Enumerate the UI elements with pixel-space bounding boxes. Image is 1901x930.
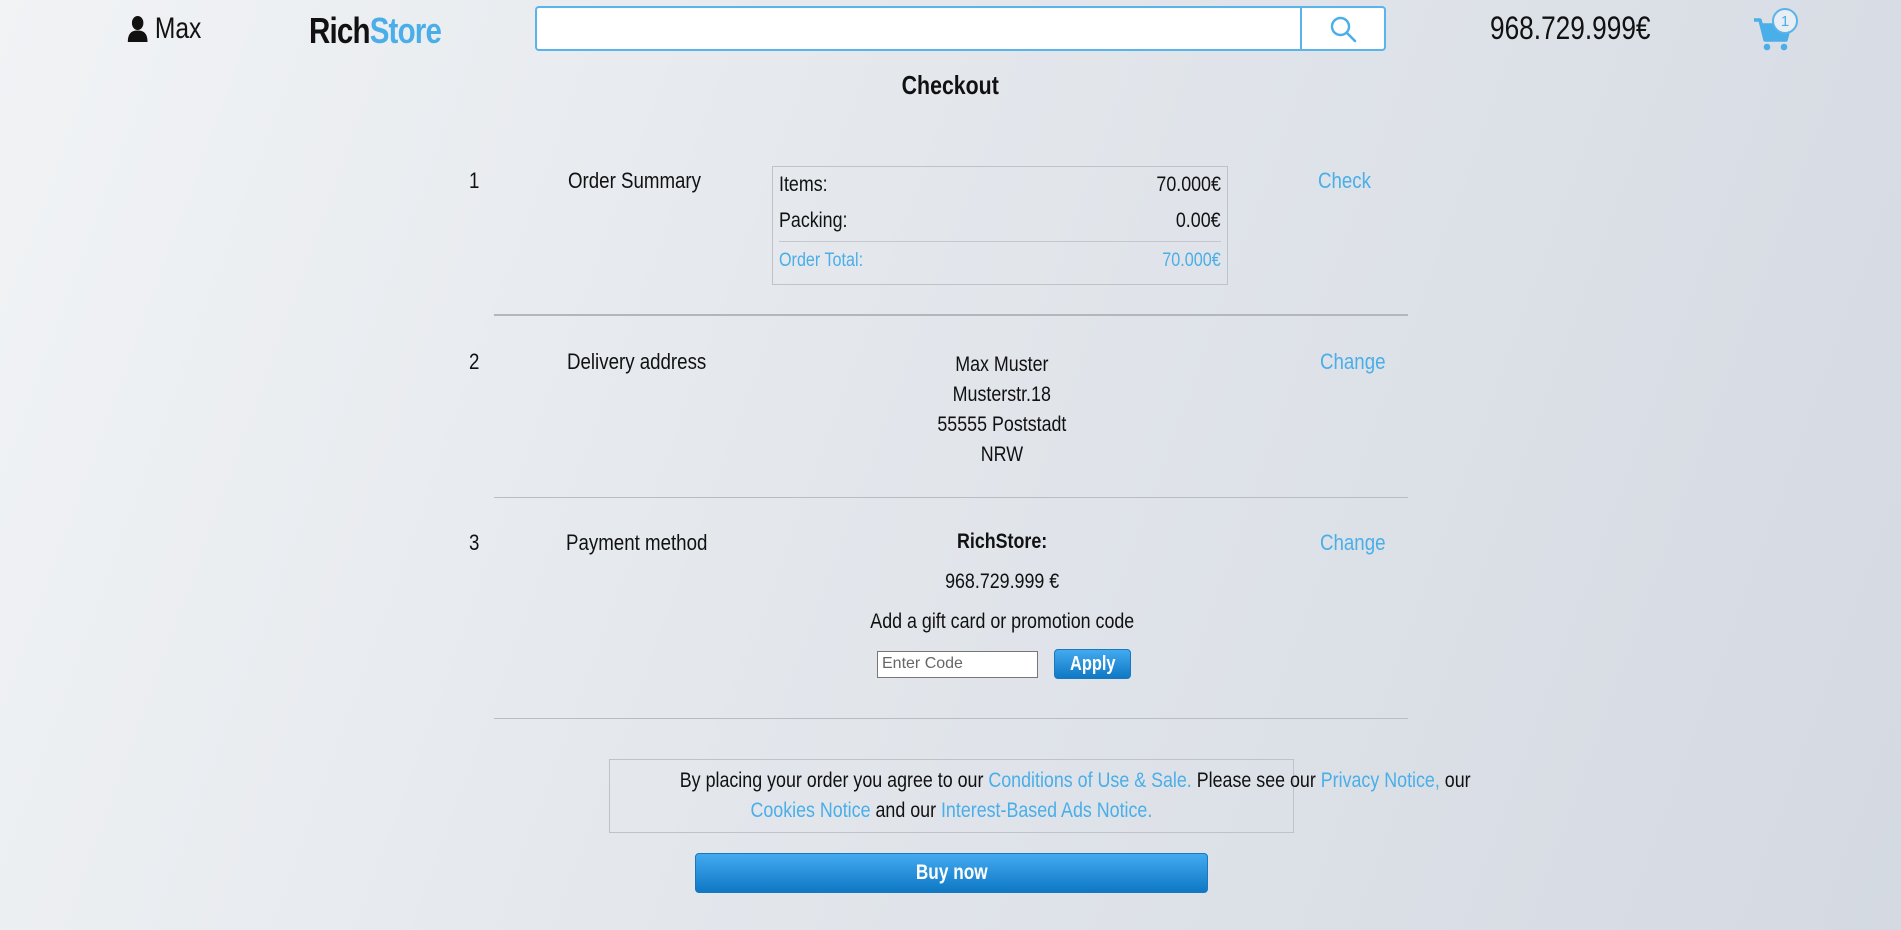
order-total-row: Order Total: 70.000€ (779, 241, 1221, 279)
terms-notice: By placing your order you agree to our C… (609, 759, 1471, 833)
account-balance: 968.729.999€ (1490, 10, 1651, 46)
user-icon (127, 16, 148, 42)
cart-count-badge: 1 (1772, 8, 1798, 34)
check-summary-link[interactable]: Check (1318, 168, 1380, 194)
buy-now-button[interactable]: Buy now (695, 853, 1208, 893)
order-summary-label: Order Summary (568, 168, 702, 193)
search-input[interactable] (535, 6, 1300, 51)
payment-provider: RichStore: (956, 530, 1048, 553)
items-row: Items: 70.000€ (779, 167, 1221, 203)
promo-code-form: Apply (877, 649, 1131, 679)
user-name: Max (154, 12, 202, 45)
delivery-address: Max Muster Musterstr.18 55555 Poststadt … (902, 350, 1102, 470)
step-number-1: 1 (469, 168, 480, 193)
step-number-3: 3 (469, 530, 480, 555)
packing-label: Packing: (779, 209, 848, 232)
apply-button[interactable]: Apply (1054, 649, 1131, 679)
payment-method-label: Payment method (566, 530, 708, 555)
search-button[interactable] (1300, 6, 1386, 51)
address-region: NRW (980, 443, 1024, 466)
payment-amount: 968.729.999 € (944, 570, 1060, 593)
divider (494, 497, 1408, 498)
promo-prompt: Add a gift card or promotion code (870, 610, 1134, 633)
logo-rich-text: Rich (309, 10, 371, 51)
terms-and-our: and our (870, 799, 942, 822)
conditions-link[interactable]: Conditions of Use & Sale. (988, 769, 1191, 792)
change-address-link[interactable]: Change (1320, 349, 1397, 375)
address-name: Max Muster (955, 353, 1049, 376)
user-account[interactable]: Max (127, 12, 201, 46)
privacy-link[interactable]: Privacy Notice, (1321, 769, 1440, 792)
promo-code-input[interactable] (877, 650, 1038, 678)
order-summary-box: Items: 70.000€ Packing: 0.00€ Order Tota… (772, 166, 1228, 285)
page-title: Checkout (901, 70, 1000, 100)
items-value: 70.000€ (1156, 173, 1221, 196)
packing-value: 0.00€ (1176, 209, 1221, 232)
search-icon (1330, 16, 1357, 42)
cart-button[interactable]: 1 (1752, 8, 1798, 51)
divider (494, 718, 1408, 719)
search-bar (535, 6, 1386, 51)
terms-prefix: By placing your order you agree to our (679, 769, 989, 792)
step-number-2: 2 (469, 349, 480, 374)
terms-our: our (1439, 769, 1471, 792)
cookies-link[interactable]: Cookies Notice (751, 799, 871, 822)
delivery-address-label: Delivery address (567, 349, 707, 374)
divider (494, 314, 1408, 316)
order-total-label: Order Total: (779, 249, 864, 271)
ads-notice-link[interactable]: Interest-Based Ads Notice. (941, 799, 1152, 822)
packing-row: Packing: 0.00€ (779, 203, 1221, 239)
store-logo[interactable]: RichStore (309, 10, 442, 52)
address-city: 55555 Poststadt (937, 413, 1067, 436)
items-label: Items: (779, 173, 828, 196)
change-payment-link[interactable]: Change (1320, 530, 1397, 556)
address-street: Musterstr.18 (952, 383, 1052, 406)
order-total-value: 70.000€ (1162, 249, 1221, 271)
logo-store-text: Store (369, 10, 442, 51)
terms-mid: Please see our (1191, 769, 1321, 792)
header: Max RichStore 968.729.999€ 1 (0, 0, 1901, 60)
